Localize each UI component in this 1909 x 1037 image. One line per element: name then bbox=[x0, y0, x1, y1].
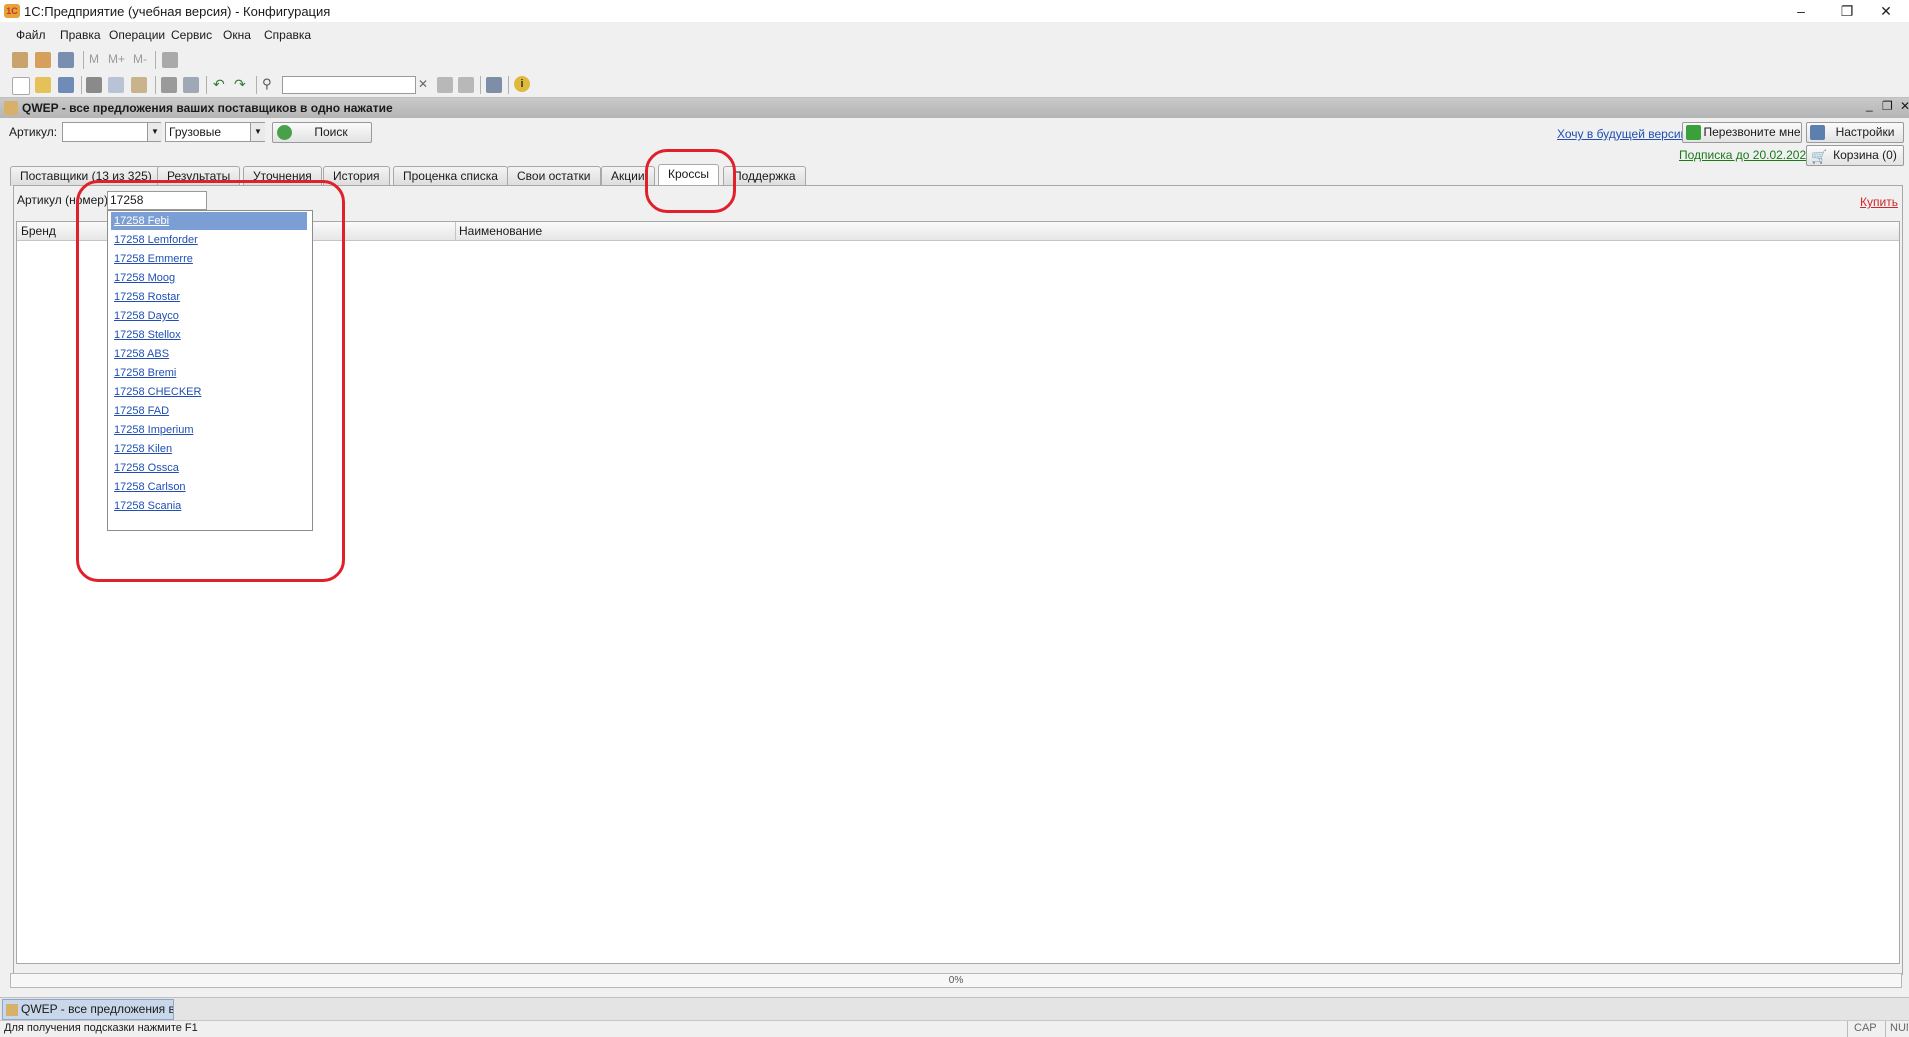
doc-restore-button[interactable]: ❐ bbox=[1882, 99, 1893, 113]
doc-minimize-button[interactable]: _ bbox=[1866, 98, 1873, 112]
buy-link[interactable]: Купить bbox=[1860, 195, 1898, 209]
menu-bar: Файл Правка Операции Сервис Окна Справка bbox=[0, 24, 1909, 46]
find-prev-icon[interactable] bbox=[458, 77, 474, 93]
undo-icon[interactable]: ↶ bbox=[213, 76, 225, 93]
clear-search-icon[interactable]: ✕ bbox=[418, 77, 428, 91]
article-dropdown-arrow[interactable]: ▼ bbox=[147, 123, 162, 141]
calendar-icon[interactable] bbox=[35, 52, 51, 68]
tab-list-pricing[interactable]: Проценка списка bbox=[393, 166, 508, 186]
print-icon[interactable] bbox=[161, 77, 177, 93]
toolbar-calc: M M+ M- bbox=[0, 47, 1909, 73]
window-taskbar: QWEP - все предложения в... bbox=[0, 997, 1909, 1020]
future-version-link[interactable]: Хочу в будущей версии bbox=[1557, 127, 1687, 141]
column-brand[interactable]: Бренд bbox=[21, 224, 56, 238]
cart-icon: 🛒 bbox=[1811, 149, 1828, 164]
clipboard-icon[interactable] bbox=[58, 52, 74, 68]
status-divider bbox=[1847, 1021, 1848, 1037]
cart-button[interactable]: 🛒 Корзина (0) bbox=[1806, 145, 1904, 166]
column-divider[interactable] bbox=[455, 222, 456, 240]
status-hint: Для получения подсказки нажмите F1 bbox=[4, 1022, 198, 1034]
toolbar-separator bbox=[480, 76, 481, 94]
toolbar-separator bbox=[155, 76, 156, 94]
save-icon[interactable] bbox=[58, 77, 74, 93]
find-icon[interactable]: ⚲ bbox=[262, 76, 272, 92]
highlight-dropdown bbox=[76, 180, 345, 582]
document-icon bbox=[4, 101, 18, 115]
callback-button-label: Перезвоните мне bbox=[1703, 125, 1801, 139]
subscription-link[interactable]: Подписка до 20.02.2021 bbox=[1679, 148, 1813, 162]
settings-button[interactable]: Настройки bbox=[1806, 122, 1904, 143]
tools-icon[interactable] bbox=[162, 52, 178, 68]
find-next-icon[interactable] bbox=[437, 77, 453, 93]
toolbar-separator bbox=[81, 76, 82, 94]
settings-button-label: Настройки bbox=[1835, 125, 1895, 139]
paste-icon[interactable] bbox=[131, 77, 147, 93]
status-divider bbox=[1885, 1021, 1886, 1037]
category-dropdown-arrow[interactable]: ▼ bbox=[250, 123, 265, 141]
calculator-icon[interactable] bbox=[12, 52, 28, 68]
status-caps: CAP bbox=[1854, 1022, 1877, 1034]
menu-windows[interactable]: Окна bbox=[223, 28, 251, 42]
copy-icon[interactable] bbox=[108, 77, 124, 93]
toolbar-separator bbox=[155, 51, 156, 69]
settings-icon bbox=[1810, 125, 1825, 140]
status-bar: Для получения подсказки нажмите F1 CAP N… bbox=[0, 1020, 1909, 1037]
taskbar-doc-icon bbox=[6, 1003, 18, 1016]
print-preview-icon[interactable] bbox=[183, 77, 199, 93]
info-icon[interactable]: i bbox=[514, 76, 530, 92]
highlight-crosses-tab bbox=[645, 149, 736, 213]
search-go-icon bbox=[277, 125, 292, 140]
toolbar-search-input[interactable] bbox=[282, 76, 416, 94]
new-document-icon[interactable] bbox=[12, 77, 30, 95]
taskbar-window-label: QWEP - все предложения в... bbox=[21, 1002, 174, 1016]
close-button[interactable]: ✕ bbox=[1863, 0, 1909, 22]
callback-button[interactable]: Перезвоните мне bbox=[1682, 122, 1802, 143]
menu-help[interactable]: Справка bbox=[264, 28, 311, 42]
doc-close-button[interactable]: ✕ bbox=[1900, 99, 1909, 113]
progress-text: 0% bbox=[948, 975, 964, 986]
menu-edit[interactable]: Правка bbox=[60, 28, 101, 42]
minimize-button[interactable]: – bbox=[1778, 0, 1824, 22]
toolbar-separator bbox=[256, 76, 257, 94]
memory-button[interactable]: M bbox=[89, 52, 99, 66]
status-num: NUM bbox=[1890, 1022, 1908, 1034]
document-titlebar: QWEP - все предложения ваших поставщиков… bbox=[0, 98, 1909, 118]
column-name[interactable]: Наименование bbox=[459, 224, 542, 238]
category-select-value: Грузовые bbox=[169, 125, 222, 139]
toolbar-separator bbox=[83, 51, 84, 69]
windows-icon[interactable] bbox=[486, 77, 502, 93]
toolbar-standard: ↶ ↷ ⚲ ✕ i bbox=[0, 72, 1909, 98]
open-folder-icon[interactable] bbox=[35, 77, 51, 93]
toolbar-separator bbox=[206, 76, 207, 94]
menu-operations[interactable]: Операции bbox=[109, 28, 165, 42]
memory-minus-button[interactable]: M- bbox=[133, 52, 147, 66]
article-label: Артикул: bbox=[9, 125, 58, 139]
app-icon: 1С bbox=[4, 4, 20, 18]
search-button-label: Поиск bbox=[314, 125, 348, 139]
menu-file[interactable]: Файл bbox=[16, 28, 46, 42]
phone-icon bbox=[1686, 125, 1701, 140]
window-title: 1С:Предприятие (учебная версия) - Конфиг… bbox=[24, 4, 331, 19]
progress-bar: 0% bbox=[10, 973, 1902, 988]
tab-own-stock[interactable]: Свои остатки bbox=[507, 166, 601, 186]
document-title: QWEP - все предложения ваших поставщиков… bbox=[22, 101, 393, 115]
toolbar-separator bbox=[508, 76, 509, 94]
memory-plus-button[interactable]: M+ bbox=[108, 52, 125, 66]
taskbar-window-button[interactable]: QWEP - все предложения в... bbox=[2, 999, 174, 1020]
cut-icon[interactable] bbox=[86, 77, 102, 93]
search-button[interactable]: Поиск bbox=[272, 122, 372, 143]
menu-service[interactable]: Сервис bbox=[171, 28, 212, 42]
window-titlebar: 1С 1С:Предприятие (учебная версия) - Кон… bbox=[0, 0, 1909, 22]
redo-icon[interactable]: ↷ bbox=[234, 76, 246, 93]
